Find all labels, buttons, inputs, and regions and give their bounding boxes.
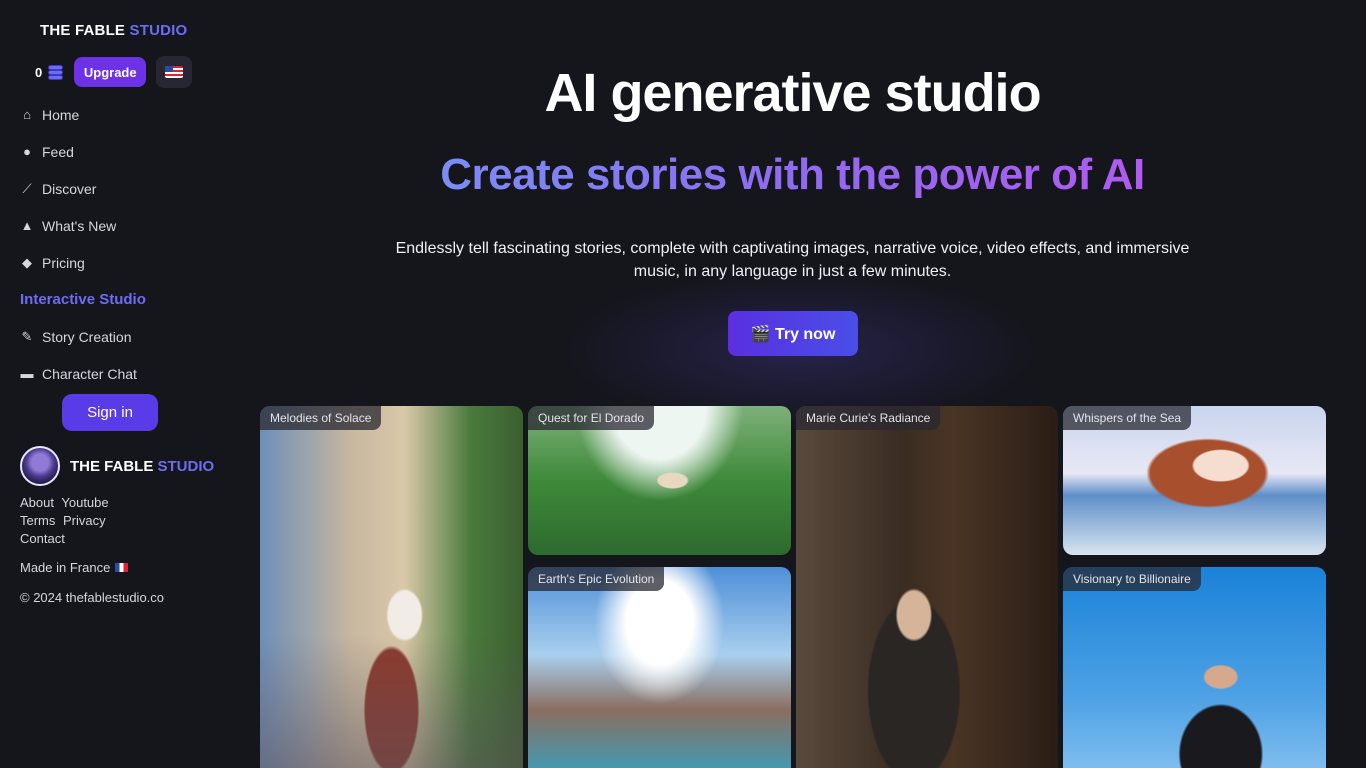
home-icon: ⌂ (23, 106, 31, 122)
credits-row: 0 Upgrade (35, 56, 193, 88)
story-card-title: Visionary to Billionaire (1063, 567, 1201, 591)
hero-subtitle-text: Create stories with the power of AI (440, 150, 1145, 199)
brand-name-accent: STUDIO (157, 457, 215, 475)
sidebar-item-pricing[interactable]: ◆ Pricing (20, 244, 220, 281)
sign-in-button[interactable]: Sign in (62, 394, 158, 431)
sidebar-nav: ⌂ Home ● Feed ⟋ Discover ▲ What's New ◆ … (20, 96, 220, 392)
language-selector-button[interactable] (156, 56, 193, 88)
sidebar-item-story-creation[interactable]: ✎ Story Creation (20, 318, 220, 355)
sidebar-item-home[interactable]: ⌂ Home (20, 96, 220, 133)
tag-icon: ◆ (22, 254, 32, 270)
story-card-quest-for-el-dorado[interactable]: Quest for El Dorado (528, 406, 791, 555)
logo[interactable]: THE FABLE STUDIO (40, 22, 187, 39)
try-now-button[interactable]: 🎬 Try now (728, 311, 858, 356)
logo-accent-text: STUDIO (129, 22, 188, 39)
privacy-link[interactable]: Privacy (63, 513, 106, 528)
sidebar-item-label: Home (42, 106, 80, 123)
chat-icon: ▬ (20, 365, 34, 381)
brand-name-text: THE FABLE (70, 457, 158, 475)
terms-link[interactable]: Terms (20, 513, 55, 528)
youtube-link[interactable]: Youtube (61, 495, 108, 510)
copyright: © 2024 thefablestudio.co (20, 590, 165, 605)
france-flag-icon (115, 563, 129, 572)
sidebar-item-discover[interactable]: ⟋ Discover (20, 170, 220, 207)
sidebar-item-label: Pricing (42, 254, 85, 271)
hero-description: Endlessly tell fascinating stories, comp… (395, 240, 1190, 280)
story-card-title: Marie Curie's Radiance (796, 406, 941, 430)
sidebar: THE FABLE STUDIO 0 Upgrade ⌂ Home ● Feed… (0, 0, 225, 768)
story-card-whispers-of-the-sea[interactable]: Whispers of the Sea (1063, 406, 1326, 555)
sidebar-item-label: What's New (42, 217, 117, 234)
footer-links: About Youtube Terms Privacy Contact (20, 494, 113, 548)
upgrade-button[interactable]: Upgrade (74, 57, 147, 87)
brand-row[interactable]: THE FABLE STUDIO (20, 446, 214, 486)
story-card-title: Melodies of Solace (260, 406, 382, 430)
sidebar-item-whats-new[interactable]: ▲ What's New (20, 207, 220, 244)
story-card-melodies-of-solace[interactable]: Melodies of Solace (260, 406, 523, 768)
hero-title: AI generative studio (544, 63, 1041, 123)
story-card-earths-epic-evolution[interactable]: Earth's Epic Evolution (528, 567, 791, 768)
contact-link[interactable]: Contact (20, 531, 65, 546)
sidebar-item-character-chat[interactable]: ▬ Character Chat (20, 355, 220, 392)
feather-icon: ✎ (21, 328, 33, 344)
story-card-title: Quest for El Dorado (528, 406, 655, 430)
bell-icon: ▲ (20, 217, 34, 233)
story-card-title: Earth's Epic Evolution (528, 567, 665, 591)
story-card-title: Whispers of the Sea (1063, 406, 1192, 430)
hero-subtitle: Create stories with the power of AI (225, 150, 1360, 200)
sidebar-item-label: Feed (42, 143, 74, 160)
brand-name: THE FABLE STUDIO (70, 458, 214, 475)
about-link[interactable]: About (20, 495, 54, 510)
story-card-visionary-to-billionaire[interactable]: Visionary to Billionaire (1063, 567, 1326, 768)
compass-icon: ● (23, 143, 31, 159)
sidebar-item-label: Discover (42, 180, 97, 197)
sidebar-item-label: Character Chat (42, 365, 137, 382)
section-title-interactive-studio: Interactive Studio (20, 291, 146, 308)
coins-icon (46, 62, 66, 82)
made-in-text: Made in France (20, 560, 111, 575)
made-in-france: Made in France (20, 560, 129, 575)
sidebar-item-label: Story Creation (42, 328, 132, 345)
sidebar-item-feed[interactable]: ● Feed (20, 133, 220, 170)
logo-text: THE FABLE (40, 22, 130, 39)
story-card-marie-curies-radiance[interactable]: Marie Curie's Radiance (796, 406, 1058, 768)
brand-avatar (20, 446, 60, 486)
us-flag-icon (165, 66, 184, 78)
credits-count: 0 (35, 64, 43, 80)
magic-wand-icon: ⟋ (22, 180, 32, 196)
